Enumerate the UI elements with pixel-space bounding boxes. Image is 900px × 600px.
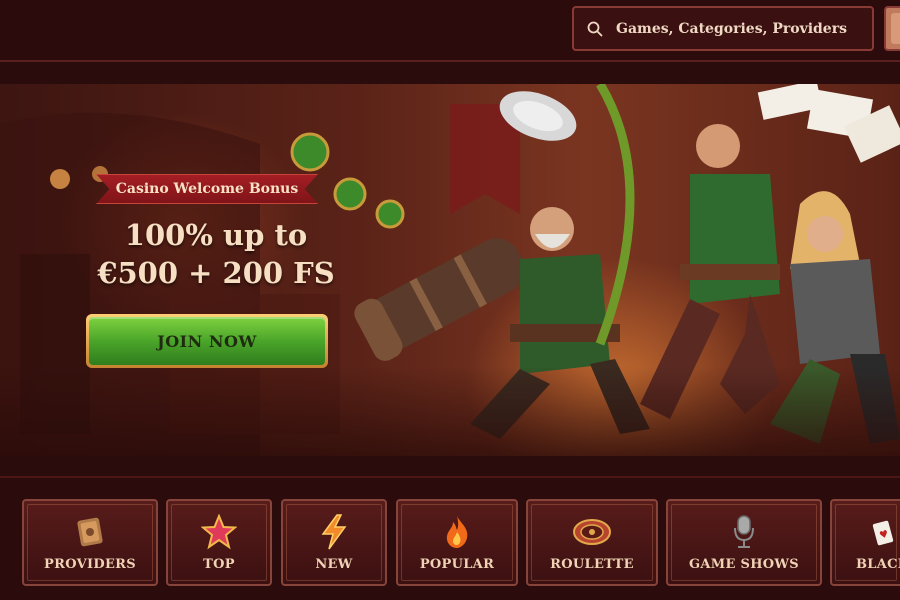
hero-banner[interactable]: Casino Welcome Bonus 100% up to €500 + 2… bbox=[0, 84, 900, 456]
book-icon bbox=[70, 513, 110, 551]
hero-fade bbox=[0, 366, 900, 456]
category-label: POPULAR bbox=[419, 557, 495, 572]
bonus-amount-line2: €500 + 200 FS bbox=[97, 256, 335, 290]
search-input[interactable] bbox=[616, 20, 866, 37]
top-header bbox=[0, 0, 900, 62]
category-top[interactable]: TOP bbox=[166, 499, 272, 586]
welcome-bonus-badge: Casino Welcome Bonus bbox=[96, 174, 318, 204]
microphone-icon bbox=[724, 513, 764, 551]
search-icon bbox=[574, 21, 616, 37]
search-bar[interactable] bbox=[572, 6, 874, 51]
join-now-label: JOIN NOW bbox=[89, 317, 325, 365]
category-label: PROVIDERS bbox=[44, 557, 136, 572]
category-new[interactable]: NEW bbox=[281, 499, 387, 586]
category-label: GAME SHOWS bbox=[689, 557, 799, 572]
login-button[interactable] bbox=[884, 6, 900, 51]
star-icon bbox=[199, 513, 239, 551]
category-popular[interactable]: POPULAR bbox=[396, 499, 518, 586]
category-label: ROULETTE bbox=[550, 557, 634, 572]
cards-icon: ♥ bbox=[866, 513, 900, 551]
category-roulette[interactable]: ROULETTE bbox=[526, 499, 658, 586]
category-game-shows[interactable]: GAME SHOWS bbox=[666, 499, 822, 586]
bonus-amount-line1: 100% up to bbox=[124, 218, 308, 252]
category-blackjack[interactable]: ♥ BLACK bbox=[830, 499, 900, 586]
category-providers[interactable]: PROVIDERS bbox=[22, 499, 158, 586]
join-now-button[interactable]: JOIN NOW bbox=[86, 314, 328, 368]
roulette-icon bbox=[572, 513, 612, 551]
category-label: TOP bbox=[203, 557, 235, 572]
fire-icon bbox=[437, 513, 477, 551]
category-label: NEW bbox=[315, 557, 353, 572]
lightning-icon bbox=[314, 513, 354, 551]
category-label: BLACK bbox=[856, 557, 900, 572]
